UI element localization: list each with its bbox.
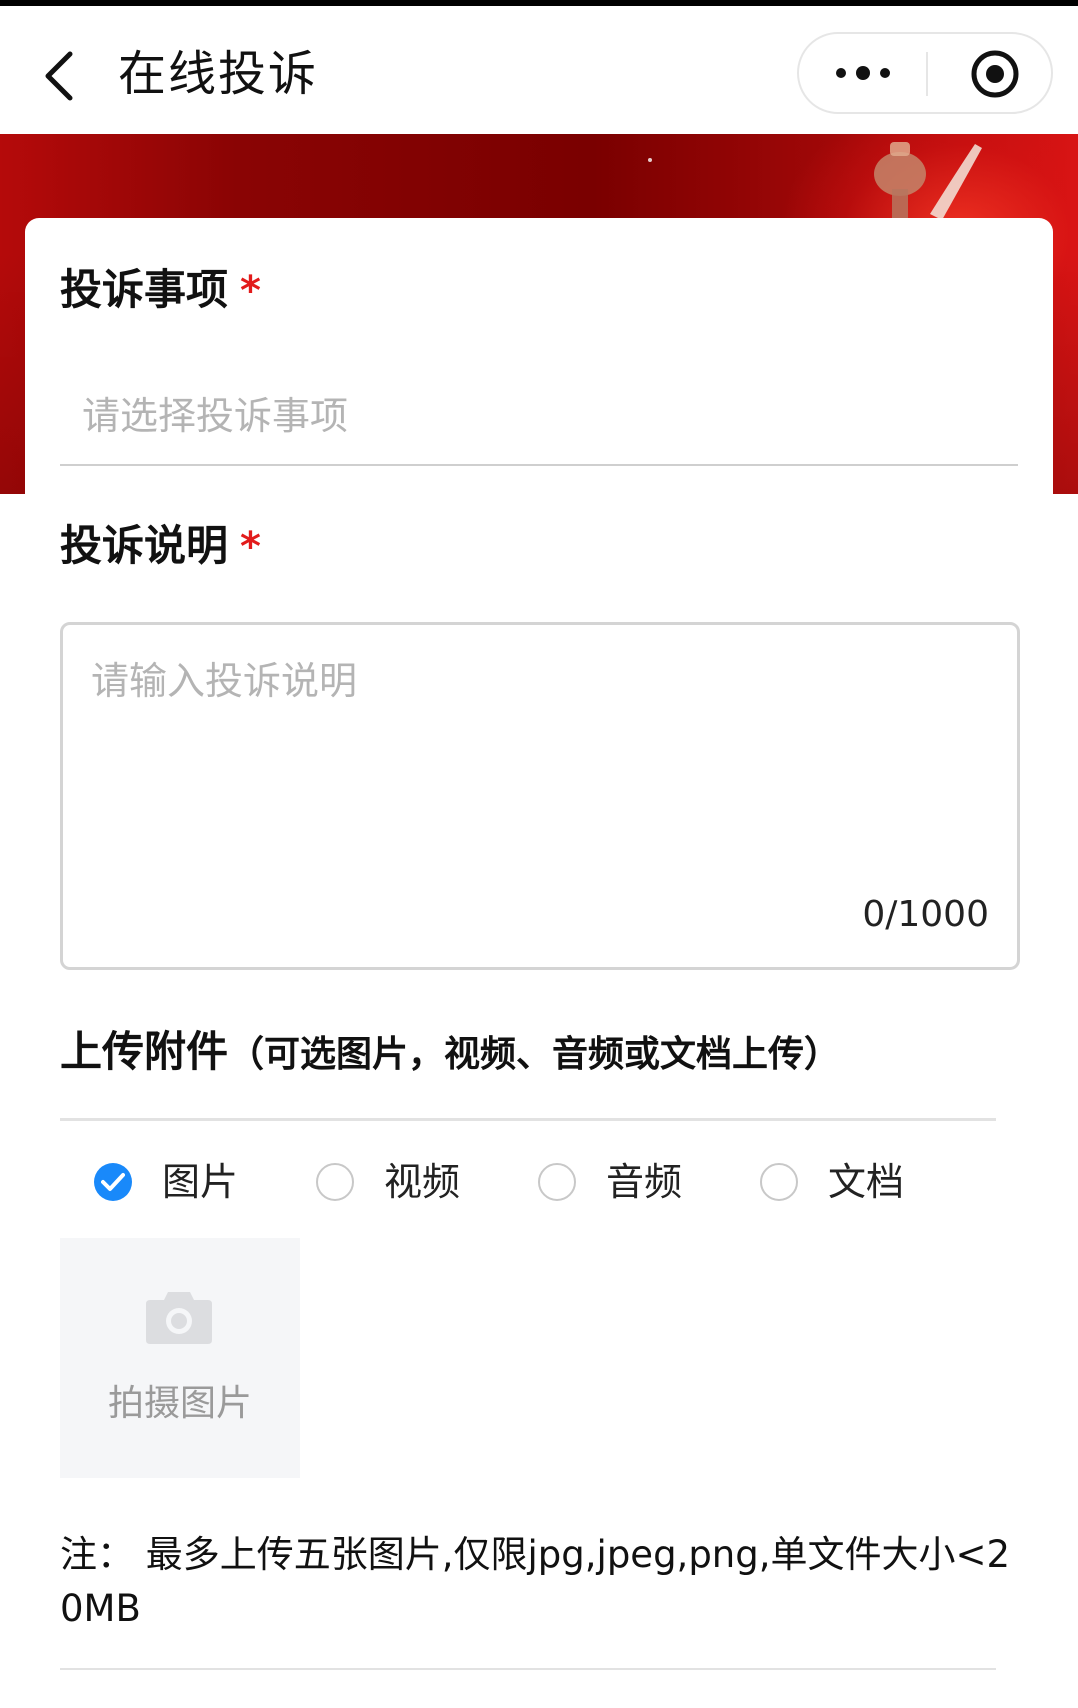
- section-divider: [60, 1118, 996, 1121]
- radio-circle-icon: [316, 1163, 354, 1201]
- bottom-divider: [60, 1668, 996, 1670]
- radio-circle-icon: [760, 1163, 798, 1201]
- nav-bar: 在线投诉: [0, 6, 1078, 134]
- complaint-desc-label: 投诉说明 *: [60, 518, 261, 575]
- more-dots-icon[interactable]: [833, 60, 893, 86]
- complaint-item-label-text: 投诉事项: [60, 265, 229, 314]
- complaint-desc-label-text: 投诉说明: [60, 521, 229, 570]
- huabiao-pillar-decoration: [874, 142, 982, 224]
- checked-radio-icon: [94, 1163, 132, 1201]
- capsule-divider: [926, 52, 928, 96]
- take-photo-button[interactable]: 拍摄图片: [60, 1238, 300, 1478]
- upload-title-text: 上传附件: [60, 1027, 229, 1076]
- camera-icon: [146, 1292, 212, 1344]
- radio-label: 视频: [384, 1160, 461, 1204]
- char-counter: 0/1000: [862, 894, 989, 935]
- upload-note: 注： 最多上传五张图片,仅限jpg,jpeg,png,单文件大小<20MB: [60, 1533, 1011, 1630]
- banner-sparkle: [648, 158, 652, 162]
- complaint-item-placeholder: 请选择投诉事项: [82, 394, 349, 438]
- upload-attachment-title: 上传附件（可选图片，视频、音频或文档上传）: [60, 1024, 840, 1089]
- radio-circle-icon: [538, 1163, 576, 1201]
- complaint-desc-textarea[interactable]: 请输入投诉说明 0/1000: [60, 622, 1020, 970]
- attachment-type-radio-group: 图片 视频 音频 文档: [94, 1154, 994, 1210]
- required-mark: *: [240, 524, 261, 570]
- page-title: 在线投诉: [118, 46, 319, 102]
- mini-program-capsule: [797, 32, 1053, 114]
- upload-hint-text: （可选图片，视频、音频或文档上传）: [228, 1034, 841, 1075]
- chevron-left-icon[interactable]: [40, 46, 80, 106]
- radio-label: 文档: [828, 1160, 905, 1204]
- complaint-desc-placeholder: 请输入投诉说明: [91, 659, 358, 703]
- complaint-item-label: 投诉事项 *: [60, 262, 261, 319]
- complaint-item-select[interactable]: 请选择投诉事项: [60, 370, 1018, 466]
- radio-label: 音频: [606, 1160, 683, 1204]
- take-photo-label: 拍摄图片: [107, 1383, 252, 1424]
- required-mark: *: [240, 268, 261, 314]
- radio-label: 图片: [162, 1160, 239, 1204]
- target-circle-icon[interactable]: [969, 48, 1021, 100]
